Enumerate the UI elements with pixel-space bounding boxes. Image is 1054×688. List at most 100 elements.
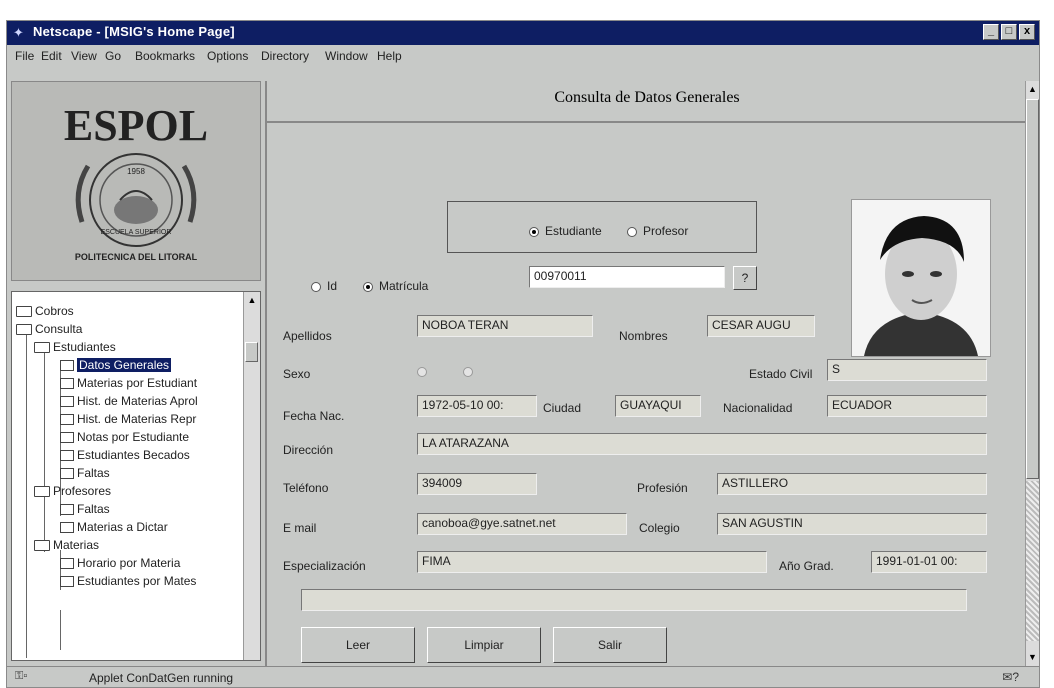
left-frame: ESPOL 1958 ESCUELA SUPERIOR POLITECNICA …: [11, 81, 261, 666]
radio-sexo-masculino[interactable]: [417, 367, 427, 377]
ciudad-field: GUAYAQUI: [615, 395, 701, 417]
tree-item-estudiantes-becados[interactable]: Estudiantes Becados: [60, 448, 190, 462]
radio-profesor[interactable]: [627, 227, 637, 237]
scroll-track[interactable]: [1026, 481, 1039, 641]
tree-line: [26, 328, 27, 658]
matricula-input[interactable]: 00970011: [529, 266, 725, 288]
tree-item-hist-aprobadas[interactable]: Hist. de Materias Aprol: [60, 394, 198, 408]
especializacion-field: FIMA: [417, 551, 767, 573]
apellidos-field: NOBOA TERAN: [417, 315, 593, 337]
radio-matricula-label: Matrícula: [379, 279, 429, 293]
profesion-label: Profesión: [637, 481, 688, 495]
menu-options[interactable]: Options: [207, 49, 248, 63]
scroll-up-icon[interactable]: ▲: [1026, 81, 1039, 97]
mail-icon[interactable]: ✉?: [1002, 670, 1019, 684]
colegio-field: SAN AGUSTIN: [717, 513, 987, 535]
tree-item-hist-reprobadas[interactable]: Hist. de Materias Repr: [60, 412, 196, 426]
content-scrollbar[interactable]: ▲ ▼: [1025, 81, 1039, 666]
fecha-nac-label: Fecha Nac.: [283, 409, 345, 423]
close-button[interactable]: x: [1019, 24, 1035, 40]
especializacion-label: Especialización: [283, 559, 366, 573]
document-icon: [60, 576, 74, 588]
direccion-field: LA ATARAZANA: [417, 433, 987, 455]
svg-text:1958: 1958: [127, 167, 145, 176]
tree-item-consulta[interactable]: Consulta: [16, 322, 82, 336]
tree-item-horario-por-materia[interactable]: Horario por Materia: [60, 556, 180, 570]
folder-open-icon: [34, 540, 50, 552]
maximize-button[interactable]: □: [1001, 24, 1017, 40]
salir-button[interactable]: Salir: [553, 627, 667, 663]
estado-civil-field: S: [827, 359, 987, 381]
menu-go[interactable]: Go: [105, 49, 121, 63]
document-icon: [60, 522, 74, 534]
scroll-thumb[interactable]: [1026, 99, 1039, 479]
radio-matricula[interactable]: [363, 282, 373, 292]
tree-item-profesores[interactable]: Profesores: [34, 484, 111, 498]
browser-window: ✦ Netscape - [MSIG's Home Page] _ □ x Fi…: [6, 20, 1040, 688]
folder-open-icon: [16, 324, 32, 336]
document-icon: [60, 378, 74, 390]
menu-window[interactable]: Window: [325, 49, 368, 63]
tree-item-materias[interactable]: Materias: [34, 538, 99, 552]
nombres-label: Nombres: [619, 329, 668, 343]
menu-view[interactable]: View: [71, 49, 97, 63]
apellidos-label: Apellidos: [283, 329, 332, 343]
espol-seal-icon: ESPOL 1958 ESCUELA SUPERIOR POLITECNICA …: [64, 101, 208, 262]
tree-scrollbar[interactable]: ▲: [243, 292, 260, 660]
main-frame: Consulta de Datos Generales Estudiante P…: [265, 81, 1027, 666]
message-field: [301, 589, 967, 611]
tree-item-materias-por-estudiante[interactable]: Materias por Estudiant: [60, 376, 197, 390]
document-icon: [60, 468, 74, 480]
document-icon: [60, 504, 74, 516]
tree-item-faltas[interactable]: Faltas: [60, 466, 110, 480]
menu-file[interactable]: File: [15, 49, 34, 63]
scroll-up-icon[interactable]: ▲: [244, 292, 260, 308]
tree-item-estudiantes-por-materia[interactable]: Estudiantes por Mates: [60, 574, 196, 588]
nacionalidad-field: ECUADOR: [827, 395, 987, 417]
navigation-tree: Cobros Consulta Estudiantes Datos Genera…: [11, 291, 261, 661]
scroll-down-icon[interactable]: ▼: [1026, 649, 1039, 665]
radio-id-label: Id: [327, 279, 338, 293]
folder-open-icon: [34, 342, 50, 354]
radio-estudiante[interactable]: [529, 227, 539, 237]
radio-profesor-label: Profesor: [643, 224, 689, 238]
netscape-icon: ✦: [13, 25, 24, 40]
estado-civil-label: Estado Civil: [749, 367, 813, 381]
email-field: canoboa@gye.satnet.net: [417, 513, 627, 535]
document-icon: [60, 414, 74, 426]
divider: [267, 121, 1027, 123]
svg-text:ESPOL: ESPOL: [64, 101, 208, 150]
menu-edit[interactable]: Edit: [41, 49, 62, 63]
document-icon: [60, 396, 74, 408]
minimize-button[interactable]: _: [983, 24, 999, 40]
role-group: [447, 201, 757, 253]
folder-icon: [16, 306, 32, 318]
tree-item-cobros[interactable]: Cobros: [16, 304, 74, 318]
menu-directory[interactable]: Directory: [261, 49, 309, 63]
student-photo-image: [852, 200, 990, 356]
menu-bookmarks[interactable]: Bookmarks: [135, 49, 195, 63]
tree-item-notas-por-estudiante[interactable]: Notas por Estudiante: [60, 430, 189, 444]
tree-item-estudiantes[interactable]: Estudiantes: [34, 340, 116, 354]
document-icon: [60, 360, 74, 372]
tree-item-materias-a-dictar[interactable]: Materias a Dictar: [60, 520, 168, 534]
student-photo: [851, 199, 991, 357]
radio-id[interactable]: [311, 282, 321, 292]
ciudad-label: Ciudad: [543, 401, 582, 415]
menu-bar: File Edit View Go Bookmarks Options Dire…: [7, 45, 1039, 67]
espol-logo: ESPOL 1958 ESCUELA SUPERIOR POLITECNICA …: [11, 81, 261, 281]
scroll-thumb[interactable]: [245, 342, 258, 362]
lookup-button[interactable]: ?: [733, 266, 757, 290]
tree-line: [60, 610, 61, 650]
nombres-field: CESAR AUGU: [707, 315, 815, 337]
tree-item-profesores-faltas[interactable]: Faltas: [60, 502, 110, 516]
tree-item-datos-generales[interactable]: Datos Generales: [60, 358, 172, 372]
page-title: Consulta de Datos Generales: [554, 89, 740, 106]
radio-sexo-femenino[interactable]: [463, 367, 473, 377]
title-bar[interactable]: ✦ Netscape - [MSIG's Home Page] _ □ x: [7, 21, 1039, 45]
document-icon: [60, 450, 74, 462]
svg-text:ESCUELA SUPERIOR: ESCUELA SUPERIOR: [101, 229, 172, 236]
menu-help[interactable]: Help: [377, 49, 402, 63]
leer-button[interactable]: Leer: [301, 627, 415, 663]
limpiar-button[interactable]: Limpiar: [427, 627, 541, 663]
